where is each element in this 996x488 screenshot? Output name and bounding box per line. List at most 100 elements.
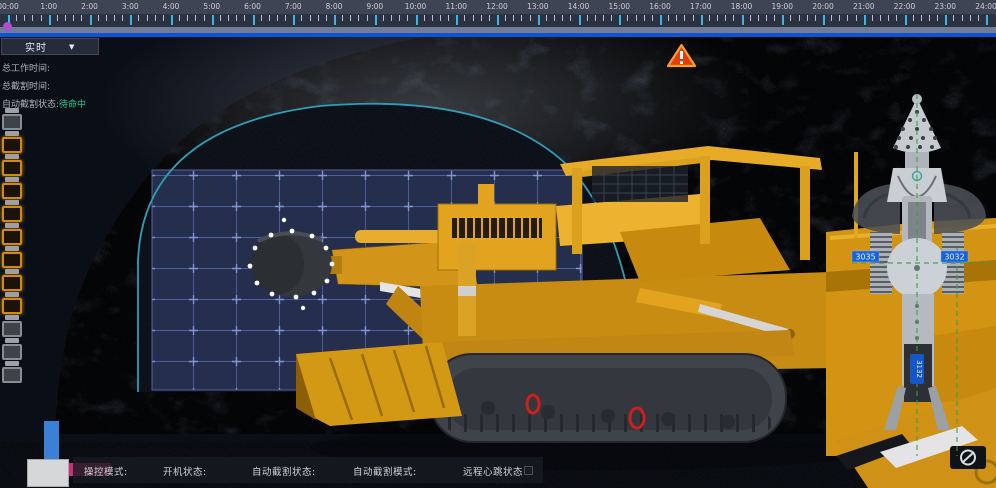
minor-tick [595, 15, 596, 21]
hour-tick [334, 15, 336, 25]
timeline-hour-label: 5:00 [203, 2, 220, 11]
minor-tick [733, 15, 734, 21]
minor-tick [163, 15, 164, 21]
minor-tick [261, 15, 262, 21]
minor-tick [179, 15, 180, 21]
app-window: 3035 3032 3132 00:001:002:003:004:005:00… [0, 0, 996, 488]
toolbar-button[interactable] [2, 315, 22, 338]
toolbar-button-body [2, 321, 22, 337]
toolbar-button-cap [5, 223, 19, 228]
bottom-status-bar: 操控模式:开机状态:自动截割状态:自动截割模式:远程心跳状态 [73, 457, 543, 483]
hour-tick [90, 15, 92, 25]
status-bar-label: 开机状态: [163, 464, 207, 478]
toolbar-button-cap [5, 246, 19, 251]
toolbar-button-body [2, 160, 22, 176]
timeline-hour-label: 13:00 [527, 2, 549, 11]
time-mode-dropdown[interactable]: 实时 ▼ [1, 38, 99, 55]
minor-tick [204, 15, 205, 21]
minor-tick [407, 15, 408, 21]
toolbar-button-cap [5, 361, 19, 366]
minor-tick [684, 15, 685, 21]
toolbar-button[interactable] [2, 269, 22, 292]
minor-tick [717, 15, 718, 21]
minor-tick [627, 15, 628, 21]
minor-tick [481, 15, 482, 21]
minor-tick [383, 15, 384, 21]
hour-tick [864, 15, 866, 25]
minor-tick [350, 15, 351, 21]
timeline-hour-label: 19:00 [771, 2, 793, 11]
timeline-hour-label: 14:00 [568, 2, 590, 11]
minor-tick [228, 15, 229, 21]
minor-tick [358, 15, 359, 21]
minor-tick [155, 15, 156, 21]
minor-tick [318, 15, 319, 21]
toolbar-button-cap [5, 131, 19, 136]
minor-tick [98, 15, 99, 21]
toolbar-button-body [2, 367, 22, 383]
status-panel: 总工作时间: 总截割时间: 自动截割状态:待命中 [2, 60, 86, 114]
toolbar-button[interactable] [2, 131, 22, 154]
timeline-hour-label: 22:00 [894, 2, 916, 11]
hour-tick [456, 15, 458, 25]
toolbar-button-cap [5, 292, 19, 297]
toolbar-button[interactable] [2, 292, 22, 315]
minor-tick [554, 15, 555, 21]
svg-text:3035: 3035 [855, 253, 875, 262]
hour-tick [905, 15, 907, 25]
toolbar-button[interactable] [2, 154, 22, 177]
schematic-badge-right: 3032 [941, 251, 968, 262]
toolbar-button-cap [5, 315, 19, 320]
toolbar-button-cap [5, 200, 19, 205]
minor-tick [570, 15, 571, 21]
minor-tick [815, 15, 816, 21]
minor-tick [790, 15, 791, 21]
hour-tick [782, 15, 784, 25]
minor-tick [195, 15, 196, 21]
minor-tick [888, 15, 889, 21]
minor-tick [929, 15, 930, 21]
toolbar-button[interactable] [2, 108, 22, 131]
hour-tick [293, 15, 295, 25]
timeline-hour-label: 21:00 [853, 2, 875, 11]
schematic-badge-vertical: 3132 [910, 354, 924, 384]
timeline-playhead[interactable] [3, 22, 12, 31]
hour-tick [945, 15, 947, 25]
timeline-hour-label: 4:00 [163, 2, 180, 11]
minor-tick [913, 15, 914, 21]
prohibit-icon[interactable] [950, 446, 986, 469]
timeline-hour-label: 7:00 [285, 2, 302, 11]
minor-tick [856, 15, 857, 21]
minor-tick [562, 15, 563, 21]
status-bar-label: 操控模式: [84, 464, 128, 478]
toolbar-button[interactable] [2, 177, 22, 200]
heartbeat-indicator [524, 466, 533, 475]
toolbar-button[interactable] [2, 246, 22, 269]
toolbar-button[interactable] [2, 223, 22, 246]
left-toolbar [2, 108, 22, 384]
minor-tick [774, 15, 775, 21]
minor-tick [611, 15, 612, 21]
toolbar-button[interactable] [2, 361, 22, 384]
minor-tick [831, 15, 832, 21]
toolbar-button[interactable] [2, 338, 22, 361]
timeline-bar[interactable]: 00:001:002:003:004:005:006:007:008:009:0… [0, 0, 996, 37]
timeline-ticks[interactable] [0, 14, 996, 27]
minor-tick [73, 15, 74, 21]
minor-tick [147, 15, 148, 21]
minor-tick [587, 15, 588, 21]
tunnel-3d-viewport[interactable]: 3035 3032 3132 [0, 36, 996, 488]
minor-tick [432, 15, 433, 21]
hour-tick [253, 15, 255, 25]
minor-tick [978, 15, 979, 21]
minor-tick [41, 15, 42, 21]
minor-tick [285, 15, 286, 21]
minor-tick [473, 15, 474, 21]
toolbar-button[interactable] [2, 200, 22, 223]
time-mode-label: 实时 [25, 39, 47, 54]
minor-tick [750, 15, 751, 21]
axis-gizmo-origin[interactable] [27, 459, 69, 487]
minor-tick [603, 15, 604, 21]
minor-tick [644, 15, 645, 21]
minor-tick [220, 15, 221, 21]
